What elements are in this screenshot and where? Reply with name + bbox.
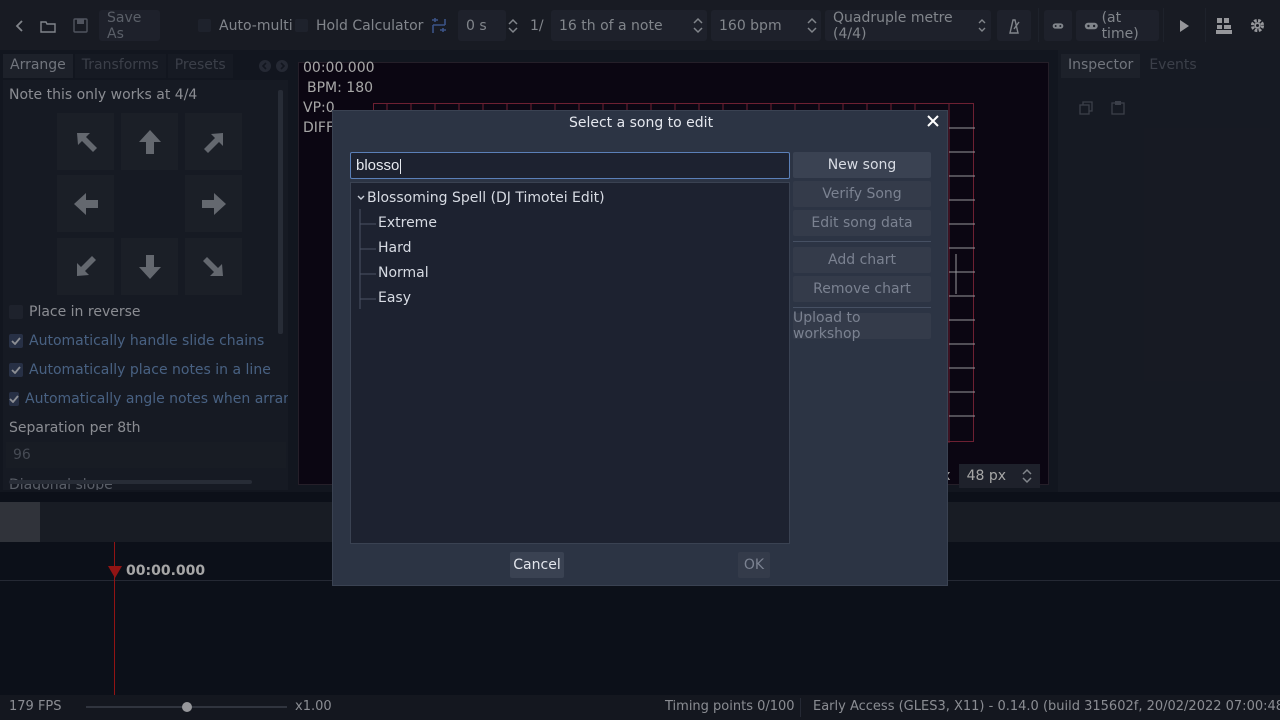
new-song-button[interactable]: New song (793, 152, 931, 178)
difficulty-item-easy[interactable]: Easy (378, 287, 411, 309)
edit-song-data-button[interactable]: Edit song data (793, 210, 931, 236)
remove-chart-button[interactable]: Remove chart (793, 276, 931, 302)
close-icon[interactable] (925, 113, 941, 129)
add-chart-button[interactable]: Add chart (793, 247, 931, 273)
button-separator-2 (793, 307, 931, 308)
song-name: Blossoming Spell (DJ Timotei Edit) (367, 190, 605, 206)
song-tree[interactable]: Blossoming Spell (DJ Timotei Edit) Extre… (350, 182, 790, 544)
tree-connector-lines (359, 209, 376, 309)
button-separator (793, 241, 931, 242)
song-tree-item[interactable]: Blossoming Spell (DJ Timotei Edit) (356, 187, 605, 209)
text-cursor (400, 158, 402, 174)
ok-button[interactable]: OK (738, 552, 770, 578)
dialog-title: Select a song to edit (568, 115, 714, 131)
upload-workshop-button[interactable]: Upload to workshop (793, 310, 931, 342)
chevron-down-icon[interactable] (356, 193, 366, 203)
verify-song-button[interactable]: Verify Song (793, 181, 931, 207)
difficulty-item-hard[interactable]: Hard (378, 237, 412, 259)
song-search-value: blosso (356, 157, 400, 174)
song-search-input[interactable]: blosso (350, 152, 790, 179)
difficulty-item-extreme[interactable]: Extreme (378, 212, 437, 234)
difficulty-item-normal[interactable]: Normal (378, 262, 429, 284)
select-song-dialog: Select a song to edit blosso Blossoming … (332, 110, 948, 586)
cancel-button[interactable]: Cancel (510, 552, 564, 578)
